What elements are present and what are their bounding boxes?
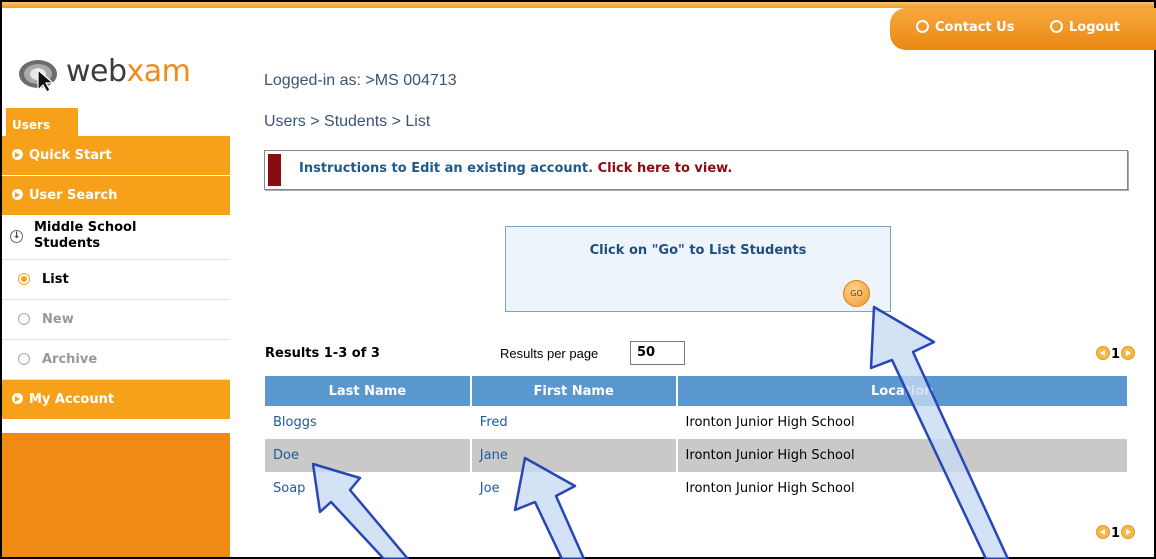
annotation-arrow-doe: [311, 462, 410, 559]
annotation-arrows: [311, 305, 1010, 559]
annotation-arrow-jane: [513, 456, 586, 559]
annotation-arrow-go: [869, 305, 1010, 559]
